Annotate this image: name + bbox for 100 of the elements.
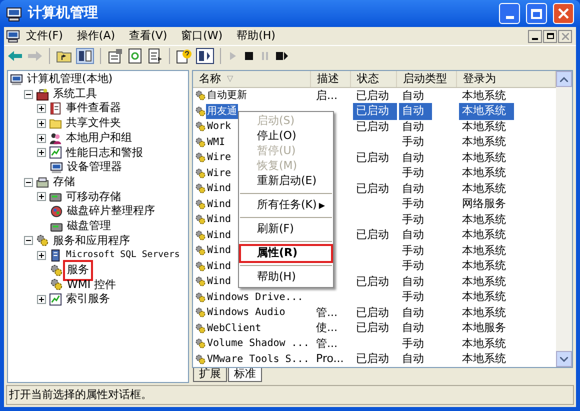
expand-icon[interactable] [37,118,46,128]
service-name[interactable]: VMware Tools S... [206,352,310,367]
menu-item[interactable]: 窗口(W) [181,28,223,44]
column-header[interactable]: 描述 [311,71,351,87]
service-name[interactable]: WMI [206,134,226,150]
users-icon [49,132,62,145]
tree-item[interactable]: WMI 控件 [65,276,118,294]
table-cell-text: 网络服务 [461,196,506,212]
menu-item[interactable]: 操作(A) [76,28,116,44]
back-arrow-icon[interactable] [7,49,23,63]
gear-icon [195,354,206,365]
table-cell-text: 已启动 [355,150,389,166]
service-name[interactable]: Wire [206,166,232,181]
tree-item[interactable]: 本地用户和组 [64,130,134,146]
menu-item[interactable]: 刷新(F) [241,222,331,237]
collapse-icon[interactable] [24,236,33,246]
tree-item[interactable]: Microsoft SQL Servers [64,248,182,262]
service-name[interactable]: 自动更新 [206,88,248,104]
column-header[interactable]: 名称 ▽ [193,71,311,87]
column-header[interactable]: 状态 [351,71,397,87]
tree-toggle-icon[interactable] [76,48,94,64]
help-icon[interactable] [176,48,192,64]
window-title: 计算机管理 [28,4,99,23]
tree-item[interactable]: 磁盘管理 [65,218,113,234]
table-cell-text: 已启动 [355,180,389,196]
service-name[interactable]: Wind [206,258,232,274]
gear-icon [195,230,206,241]
tree-item[interactable]: 索引服务 [64,291,112,308]
menu-item[interactable]: 帮助(H) [241,270,331,285]
tree-item[interactable]: 存储 [51,174,77,190]
collapse-icon[interactable] [24,178,33,187]
scrollbar[interactable] [556,71,572,367]
menu-item[interactable]: 属性(R) [241,246,331,261]
gear-icon [195,168,206,179]
tree-item[interactable]: 服务 [65,262,91,279]
submenu-arrow: ▶ [318,200,325,212]
menu-item[interactable]: 文件(F) [26,28,63,44]
refresh-icon[interactable] [127,48,143,64]
tree-item[interactable]: 系统工具 [51,86,99,102]
stop-icon[interactable] [243,49,255,63]
table-cell-text: 本地系统 [461,304,506,320]
table-cell-text: 手动 [401,165,424,181]
menu-item[interactable]: 所有任务(K) ▶ [241,198,331,213]
expand-icon[interactable] [37,192,46,202]
tab[interactable]: 扩展 [193,368,227,382]
service-name[interactable]: WebClient [206,320,262,336]
service-name[interactable]: Work [206,119,232,134]
minimize-button[interactable] [528,30,542,42]
service-name[interactable]: Wind [206,212,232,228]
service-name[interactable]: Wind [206,181,232,196]
restore-button[interactable] [543,30,557,42]
service-name[interactable]: Wind [206,196,232,212]
service-name[interactable]: Wire [206,150,232,166]
properties-icon[interactable] [107,48,123,64]
expand-icon[interactable] [37,104,46,114]
service-name[interactable]: Wind [206,274,232,290]
menu-item[interactable]: 重新启动(E) [241,174,331,189]
column-header[interactable]: 启动类型 [397,71,457,87]
tree-item[interactable]: 共享文件夹 [64,115,123,132]
maximize-button[interactable] [526,3,547,24]
expand-icon[interactable] [37,295,46,304]
service-name[interactable]: Volume Shadow ... [206,336,310,352]
tree-item[interactable]: 可移动存储 [64,188,123,206]
service-name[interactable]: Windows Audio [206,305,286,320]
folder-up-icon[interactable] [56,49,72,63]
tree-item[interactable]: 磁盘碎片整理程序 [65,203,157,220]
gear-icon [50,278,63,292]
service-name[interactable]: Wind [206,228,232,243]
server-icon [49,249,62,262]
tab[interactable]: 标准 [228,368,262,382]
tree-item[interactable]: 性能日志和警报 [64,144,145,162]
expand-icon[interactable] [37,134,46,143]
table-cell-text: 自动 [401,351,424,367]
gear-icon [195,322,206,334]
service-name[interactable]: Wind [206,243,232,258]
collapse-icon[interactable] [24,90,33,99]
menu-item[interactable]: 帮助(H) [236,28,276,44]
expand-icon[interactable] [37,251,46,260]
table-cell-text: 已启动 [355,274,389,290]
tree-item[interactable]: 设备管理器 [65,159,124,176]
computer-icon [50,160,63,174]
expand-icon[interactable] [37,148,46,158]
gear-icon [195,152,206,164]
table-cell-text: 本地系统 [461,289,506,305]
table-cell-text: 自动 [401,320,424,336]
service-name[interactable]: 用友通 [206,104,238,119]
table-cell-text: 本地系统 [461,336,506,352]
menu-item[interactable]: 查看(V) [129,28,168,44]
table-cell-text: 本地系统 [461,227,506,243]
panel-icon[interactable] [196,48,214,64]
gear-icon [195,276,206,288]
export-list-icon[interactable] [147,48,163,64]
menu-item[interactable]: 停止(O) [241,129,331,144]
tree-item[interactable]: 事件查看器 [64,100,123,117]
table-cell-text: 手动 [401,212,424,228]
defrag-icon [50,205,63,218]
tree-item[interactable]: 计算机管理(本地) [25,71,115,88]
tree-item[interactable]: 服务和应用程序 [51,232,132,250]
restart-icon[interactable] [275,49,289,63]
service-name[interactable]: Windows Drive... [206,290,304,305]
